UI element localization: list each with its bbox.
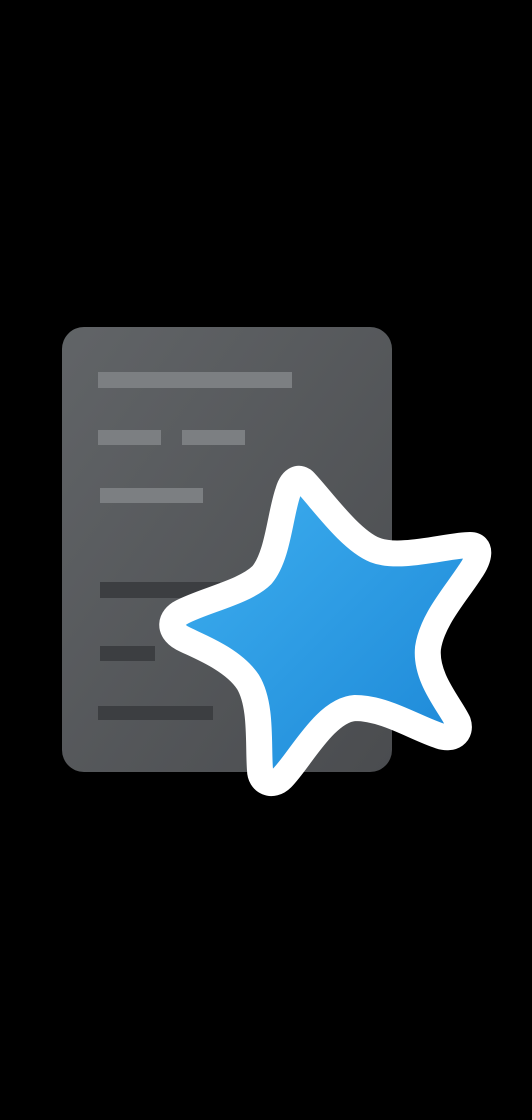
card-line-2a	[98, 430, 161, 445]
app-logo-icon	[62, 327, 492, 796]
card-line-5	[100, 646, 155, 661]
card-line-6	[98, 706, 213, 720]
card-line-3	[100, 488, 203, 503]
card-line-2b	[182, 430, 245, 445]
splash-screen	[0, 0, 532, 1120]
card-line-1	[98, 372, 292, 388]
